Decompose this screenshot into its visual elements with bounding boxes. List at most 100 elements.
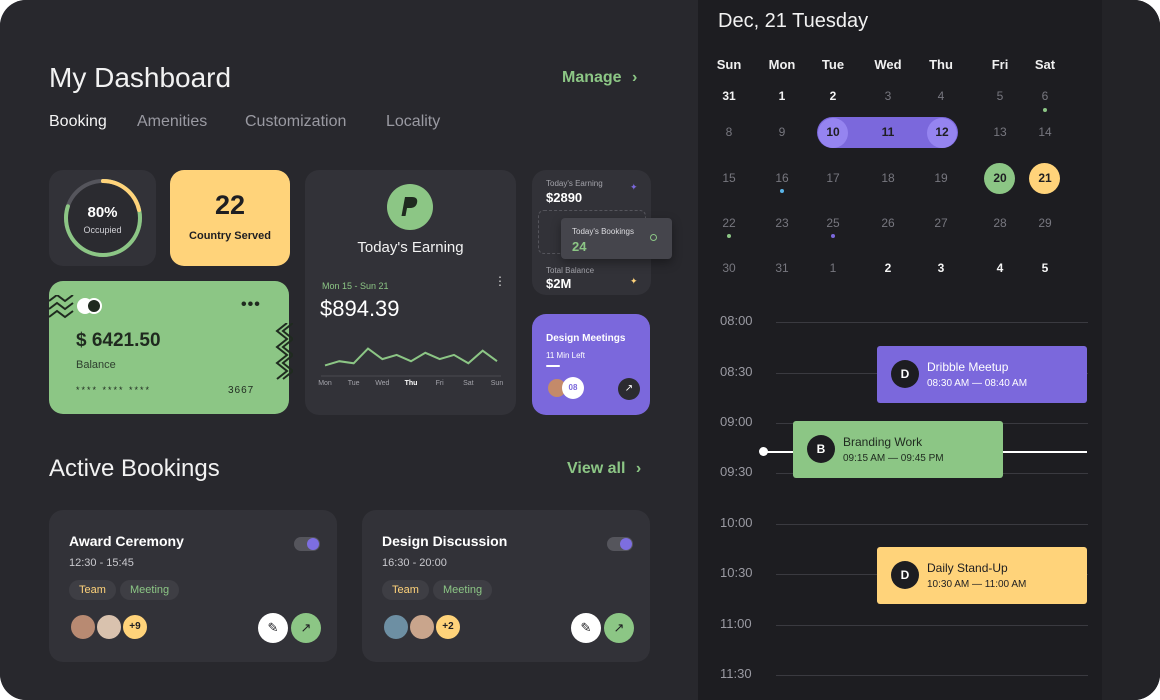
tab-amenities[interactable]: Amenities bbox=[137, 113, 207, 131]
calendar-day[interactable]: 26 bbox=[868, 208, 908, 238]
calendar-day[interactable]: 17 bbox=[813, 163, 853, 193]
calendar-day[interactable]: 27 bbox=[921, 208, 961, 238]
hour-line bbox=[776, 524, 1088, 525]
calendar-pane: Dec, 21 Tuesday Sun Mon Tue Wed Thu Fri … bbox=[698, 0, 1160, 700]
event-title: Dribble Meetup bbox=[927, 360, 1009, 374]
calendar-day[interactable]: 12 bbox=[922, 117, 962, 147]
booking-time: 16:30 - 20:00 bbox=[382, 557, 447, 569]
calendar-day[interactable]: 20 bbox=[980, 163, 1020, 193]
arrow-up-right-icon[interactable]: ↗ bbox=[618, 378, 640, 400]
country-card: 22 Country Served bbox=[170, 170, 290, 266]
card-masked: **** **** **** bbox=[76, 385, 152, 395]
day-tick-label: Sun bbox=[490, 380, 504, 387]
calendar-day[interactable]: 21 bbox=[1025, 163, 1065, 193]
calendar-day[interactable]: 23 bbox=[762, 208, 802, 238]
calendar-day[interactable]: 13 bbox=[980, 117, 1020, 147]
tab-customization[interactable]: Customization bbox=[245, 113, 346, 131]
balance-card[interactable]: ••• $ 6421.50 Balance **** **** **** 366… bbox=[48, 281, 293, 414]
calendar-date-title: Dec, 21 Tuesday bbox=[718, 10, 869, 32]
earning-amount: $894.39 bbox=[320, 296, 400, 321]
earning-series-line bbox=[324, 347, 498, 367]
occupancy-percent: 80% bbox=[87, 204, 118, 221]
country-value: 22 bbox=[214, 190, 246, 220]
day-tick-label: Mon bbox=[318, 380, 332, 387]
calendar-day[interactable]: 28 bbox=[980, 208, 1020, 238]
event-card[interactable]: D Daily Stand-Up 10:30 AM — 11:00 AM bbox=[877, 547, 1087, 604]
calendar-day[interactable]: 2 bbox=[813, 81, 853, 111]
today-bookings-popup[interactable]: Today's Bookings 24 bbox=[561, 218, 672, 259]
weekday-thu: Thu bbox=[929, 57, 953, 72]
event-card[interactable]: B Branding Work 09:15 AM — 09:45 PM bbox=[793, 421, 1003, 478]
event-title: Daily Stand-Up bbox=[927, 561, 1008, 575]
calendar-day[interactable]: 3 bbox=[921, 253, 961, 283]
pencil-icon[interactable]: ✎ bbox=[258, 613, 288, 643]
calendar-day[interactable]: 2 bbox=[868, 253, 908, 283]
booking-card[interactable]: Design Discussion 16:30 - 20:00 Team Mee… bbox=[362, 510, 650, 662]
tag-team: Team bbox=[382, 580, 429, 600]
calendar-day[interactable]: 1 bbox=[762, 81, 802, 111]
calendar-day[interactable]: 18 bbox=[868, 163, 908, 193]
manage-link[interactable]: Manage › bbox=[562, 69, 637, 87]
time-label: 08:00 bbox=[720, 313, 753, 328]
calendar-day[interactable]: 31 bbox=[762, 253, 802, 283]
calendar-day[interactable]: 10 bbox=[813, 117, 853, 147]
calendar-day[interactable]: 5 bbox=[980, 81, 1020, 111]
event-time: 09:15 AM — 09:45 PM bbox=[843, 453, 944, 464]
today-earning-label: Today's Earning bbox=[546, 179, 603, 188]
sparkle-purple-icon: ✦ bbox=[630, 182, 638, 192]
hour-line bbox=[776, 625, 1088, 626]
total-balance-label: Total Balance bbox=[546, 266, 595, 275]
tab-booking[interactable]: Booking bbox=[49, 113, 107, 131]
event-dot bbox=[727, 234, 731, 238]
time-label: 08:30 bbox=[720, 364, 753, 379]
tab-locality[interactable]: Locality bbox=[386, 113, 440, 131]
current-time-dot bbox=[759, 447, 768, 456]
meeting-card[interactable]: Design Meetings 11 Min Left 08 ↗ bbox=[532, 314, 650, 415]
calendar-day[interactable]: 31 bbox=[709, 81, 749, 111]
tag-meeting: Meeting bbox=[120, 580, 180, 600]
hour-line bbox=[776, 322, 1088, 323]
calendar-day[interactable]: 14 bbox=[1025, 117, 1065, 147]
country-caption: Country Served bbox=[189, 230, 271, 242]
calendar-day[interactable]: 3 bbox=[868, 81, 908, 111]
calendar-day[interactable]: 30 bbox=[709, 253, 749, 283]
balance-amount: $ 6421.50 bbox=[76, 330, 161, 351]
occupancy-caption: Occupied bbox=[83, 225, 122, 235]
calendar-day[interactable]: 11 bbox=[868, 117, 908, 147]
today-earning-value: $2890 bbox=[546, 190, 583, 205]
booking-toggle[interactable] bbox=[294, 537, 320, 551]
arrow-up-right-icon[interactable]: ↗ bbox=[291, 613, 321, 643]
weekday-sat: Sat bbox=[1034, 57, 1056, 72]
calendar-day[interactable]: 8 bbox=[709, 117, 749, 147]
more-icon[interactable]: ••• bbox=[241, 296, 261, 314]
balance-caption: Balance bbox=[76, 359, 116, 371]
calendar-day[interactable]: 4 bbox=[980, 253, 1020, 283]
calendar-day[interactable]: 19 bbox=[921, 163, 961, 193]
booking-title: Award Ceremony bbox=[69, 533, 184, 549]
day-tick-label: Wed bbox=[375, 380, 390, 387]
event-initial-icon: B bbox=[807, 435, 835, 463]
event-dot bbox=[780, 189, 784, 193]
booking-title: Design Discussion bbox=[382, 533, 508, 549]
view-all-link[interactable]: View all › bbox=[567, 460, 641, 478]
event-card[interactable]: D Dribble Meetup 08:30 AM — 08:40 AM bbox=[877, 346, 1087, 403]
calendar-day[interactable]: 15 bbox=[709, 163, 749, 193]
earning-range: Mon 15 - Sun 21 bbox=[322, 281, 389, 291]
chevron-right-icon: › bbox=[635, 460, 642, 477]
time-label: 09:30 bbox=[720, 464, 753, 479]
earning-card: Today's Earning Mon 15 - Sun 21 ⋮ $894.3… bbox=[305, 170, 516, 415]
kebab-menu-icon[interactable]: ⋮ bbox=[494, 274, 506, 288]
dashboard-pane: My Dashboard Manage › Booking Amenities … bbox=[0, 0, 698, 700]
pencil-icon[interactable]: ✎ bbox=[571, 613, 601, 643]
calendar-day[interactable]: 4 bbox=[921, 81, 961, 111]
calendar-day[interactable]: 5 bbox=[1025, 253, 1065, 283]
calendar-day[interactable]: 6 bbox=[1025, 81, 1065, 111]
calendar-day[interactable]: 29 bbox=[1025, 208, 1065, 238]
booking-card[interactable]: Award Ceremony 12:30 - 15:45 Team Meetin… bbox=[49, 510, 337, 662]
arrow-up-right-icon[interactable]: ↗ bbox=[604, 613, 634, 643]
calendar-day[interactable]: 9 bbox=[762, 117, 802, 147]
calendar-day[interactable]: 1 bbox=[813, 253, 853, 283]
view-all-label: View all bbox=[567, 460, 626, 477]
card-last-digits: 3667 bbox=[228, 385, 255, 396]
booking-toggle[interactable] bbox=[607, 537, 633, 551]
